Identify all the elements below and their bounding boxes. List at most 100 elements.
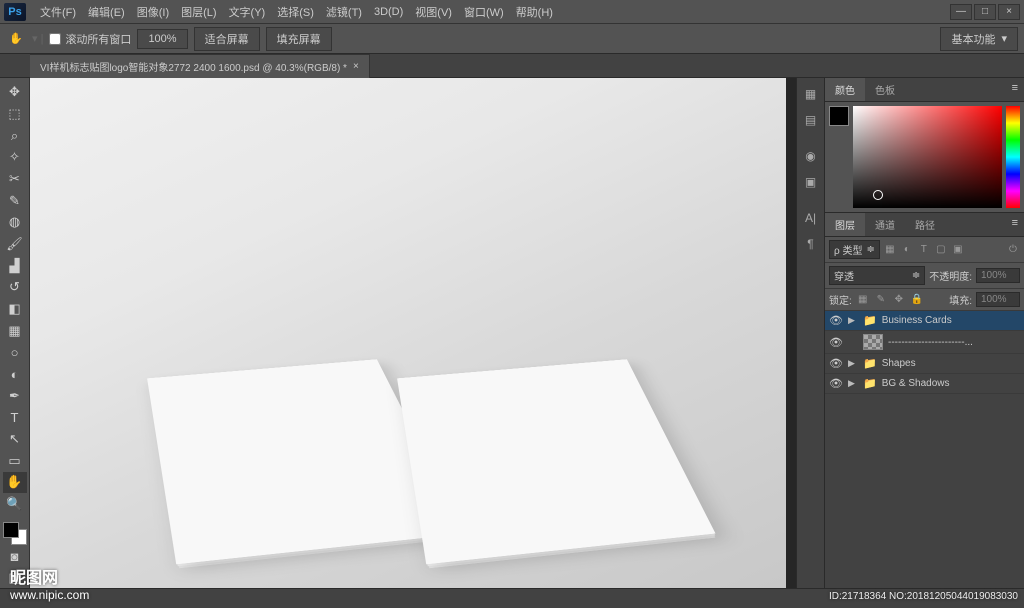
menu-type[interactable]: 文字(Y) — [223, 1, 272, 23]
menu-edit[interactable]: 编辑(E) — [82, 1, 131, 23]
blur-tool[interactable]: ○ — [3, 342, 27, 363]
close-button[interactable]: × — [998, 4, 1020, 20]
panel-icon-brushes[interactable]: ◉ — [799, 144, 823, 168]
minimize-button[interactable]: — — [950, 4, 972, 20]
scroll-all-checkbox[interactable]: 滚动所有窗口 — [49, 31, 131, 47]
opacity-input[interactable]: 100% — [976, 268, 1020, 283]
layer-kind-filter[interactable]: ρ 类型≑ — [829, 240, 880, 259]
menu-image[interactable]: 图像(I) — [131, 1, 175, 23]
lock-pixels-icon[interactable]: ✎ — [874, 293, 888, 307]
panel-icon-actions[interactable]: ▤ — [799, 108, 823, 132]
blend-mode-select[interactable]: 穿透 ≑ — [829, 266, 925, 285]
fit-screen-button[interactable]: 适合屏幕 — [194, 27, 260, 51]
dodge-tool[interactable]: ◐ — [3, 364, 27, 385]
visibility-icon[interactable]: 👁 — [829, 377, 843, 390]
layer-row[interactable]: 👁▶📁Shapes — [825, 354, 1024, 374]
layers-panel-menu[interactable]: ≡ — [1006, 213, 1024, 236]
eraser-tool[interactable]: ◧ — [3, 299, 27, 320]
lock-position-icon[interactable]: ✥ — [892, 293, 906, 307]
filter-type-icon[interactable]: T — [917, 243, 931, 257]
lock-all-icon[interactable]: 🔒 — [910, 293, 924, 307]
menu-layer[interactable]: 图层(L) — [175, 1, 222, 23]
type-tool[interactable]: T — [3, 407, 27, 428]
color-panel-fg[interactable] — [829, 106, 849, 126]
workspace-selector[interactable]: 基本功能 ▾ — [940, 27, 1018, 51]
layer-name: Shapes — [882, 358, 916, 369]
menu-file[interactable]: 文件(F) — [34, 1, 82, 23]
channels-tab[interactable]: 通道 — [865, 213, 905, 236]
move-tool[interactable]: ✥ — [3, 82, 27, 103]
hand-tool[interactable]: ✋ — [3, 472, 27, 493]
document-tab-title: VI样机标志贴图logo智能对象2772 2400 1600.psd @ 40.… — [40, 59, 347, 74]
visibility-icon[interactable]: 👁 — [829, 336, 843, 349]
foreground-color[interactable] — [3, 522, 19, 538]
hue-slider[interactable] — [1006, 106, 1020, 208]
app-logo: Ps — [4, 3, 26, 21]
menu-filter[interactable]: 滤镜(T) — [320, 1, 368, 23]
lock-transparent-icon[interactable]: ▦ — [856, 293, 870, 307]
healing-brush-tool[interactable]: ◍ — [3, 212, 27, 233]
opacity-label: 不透明度: — [929, 268, 972, 283]
hand-tool-icon[interactable]: ✋ — [6, 29, 26, 49]
folder-icon: 📁 — [863, 314, 877, 327]
layer-name: BG & Shadows — [882, 378, 950, 389]
document-canvas[interactable] — [30, 78, 786, 588]
color-panel-menu[interactable]: ≡ — [1006, 78, 1024, 101]
menu-help[interactable]: 帮助(H) — [510, 1, 559, 23]
panel-icon-clone[interactable]: ▣ — [799, 170, 823, 194]
brush-tool[interactable]: 🖌 — [3, 234, 27, 255]
document-tab[interactable]: VI样机标志贴图logo智能对象2772 2400 1600.psd @ 40.… — [30, 54, 370, 78]
pen-tool[interactable]: ✒ — [3, 385, 27, 406]
fill-input[interactable]: 100% — [976, 292, 1020, 307]
scroll-all-label: 滚动所有窗口 — [65, 31, 131, 47]
expand-icon[interactable]: ▶ — [848, 358, 858, 369]
history-brush-tool[interactable]: ↺ — [3, 277, 27, 298]
swatches-tab[interactable]: 色板 — [865, 78, 905, 101]
filter-adjust-icon[interactable]: ◐ — [900, 243, 914, 257]
zoom-tool[interactable]: 🔍 — [3, 494, 27, 515]
visibility-icon[interactable]: 👁 — [829, 314, 843, 327]
layer-row[interactable]: 👁 ▶ 📁 Business Cards — [825, 311, 1024, 331]
rectangle-tool[interactable]: ▭ — [3, 450, 27, 471]
visibility-icon[interactable]: 👁 — [829, 357, 843, 370]
path-select-tool[interactable]: ↖ — [3, 429, 27, 450]
eyedropper-tool[interactable]: ✎ — [3, 190, 27, 211]
crop-tool[interactable]: ✂ — [3, 169, 27, 190]
color-swatches[interactable] — [3, 522, 27, 545]
layer-name: -----------------------... — [888, 337, 973, 348]
filter-toggle[interactable]: ⏻ — [1006, 243, 1020, 257]
lock-label: 锁定: — [829, 292, 852, 307]
paths-tab[interactable]: 路径 — [905, 213, 945, 236]
maximize-button[interactable]: □ — [974, 4, 996, 20]
layer-row[interactable]: 👁▶📁BG & Shadows — [825, 374, 1024, 394]
layer-name: Business Cards — [882, 315, 952, 326]
menu-view[interactable]: 视图(V) — [409, 1, 458, 23]
color-picker-cursor[interactable] — [873, 190, 883, 200]
expand-icon[interactable]: ▶ — [848, 315, 858, 326]
layer-row[interactable]: 👁 -----------------------... — [825, 331, 1024, 354]
tab-close-button[interactable]: × — [353, 61, 359, 72]
marquee-tool[interactable]: ⬚ — [3, 104, 27, 125]
color-field[interactable] — [853, 106, 1002, 208]
filter-shape-icon[interactable]: ▢ — [934, 243, 948, 257]
clone-stamp-tool[interactable]: ▟ — [3, 255, 27, 276]
filter-smart-icon[interactable]: ▣ — [951, 243, 965, 257]
filter-pixel-icon[interactable]: ▦ — [883, 243, 897, 257]
lasso-tool[interactable]: ⌕ — [3, 125, 27, 146]
panel-icon-character[interactable]: A| — [799, 206, 823, 230]
panel-icon-history[interactable]: ▦ — [799, 82, 823, 106]
magic-wand-tool[interactable]: ✧ — [3, 147, 27, 168]
color-tab[interactable]: 颜色 — [825, 78, 865, 101]
watermark: 昵图网 www.nipic.com — [10, 564, 89, 602]
menu-3d[interactable]: 3D(D) — [368, 3, 409, 21]
chevron-down-icon: ▾ — [1001, 32, 1007, 45]
fill-screen-button[interactable]: 填充屏幕 — [266, 27, 332, 51]
menu-window[interactable]: 窗口(W) — [458, 1, 510, 23]
expand-icon[interactable]: ▶ — [848, 378, 858, 389]
layer-thumbnail — [863, 334, 883, 350]
panel-icon-paragraph[interactable]: ¶ — [799, 232, 823, 256]
layers-tab[interactable]: 图层 — [825, 213, 865, 236]
zoom-100-button[interactable]: 100% — [137, 29, 187, 49]
menu-select[interactable]: 选择(S) — [271, 1, 320, 23]
gradient-tool[interactable]: ▦ — [3, 320, 27, 341]
